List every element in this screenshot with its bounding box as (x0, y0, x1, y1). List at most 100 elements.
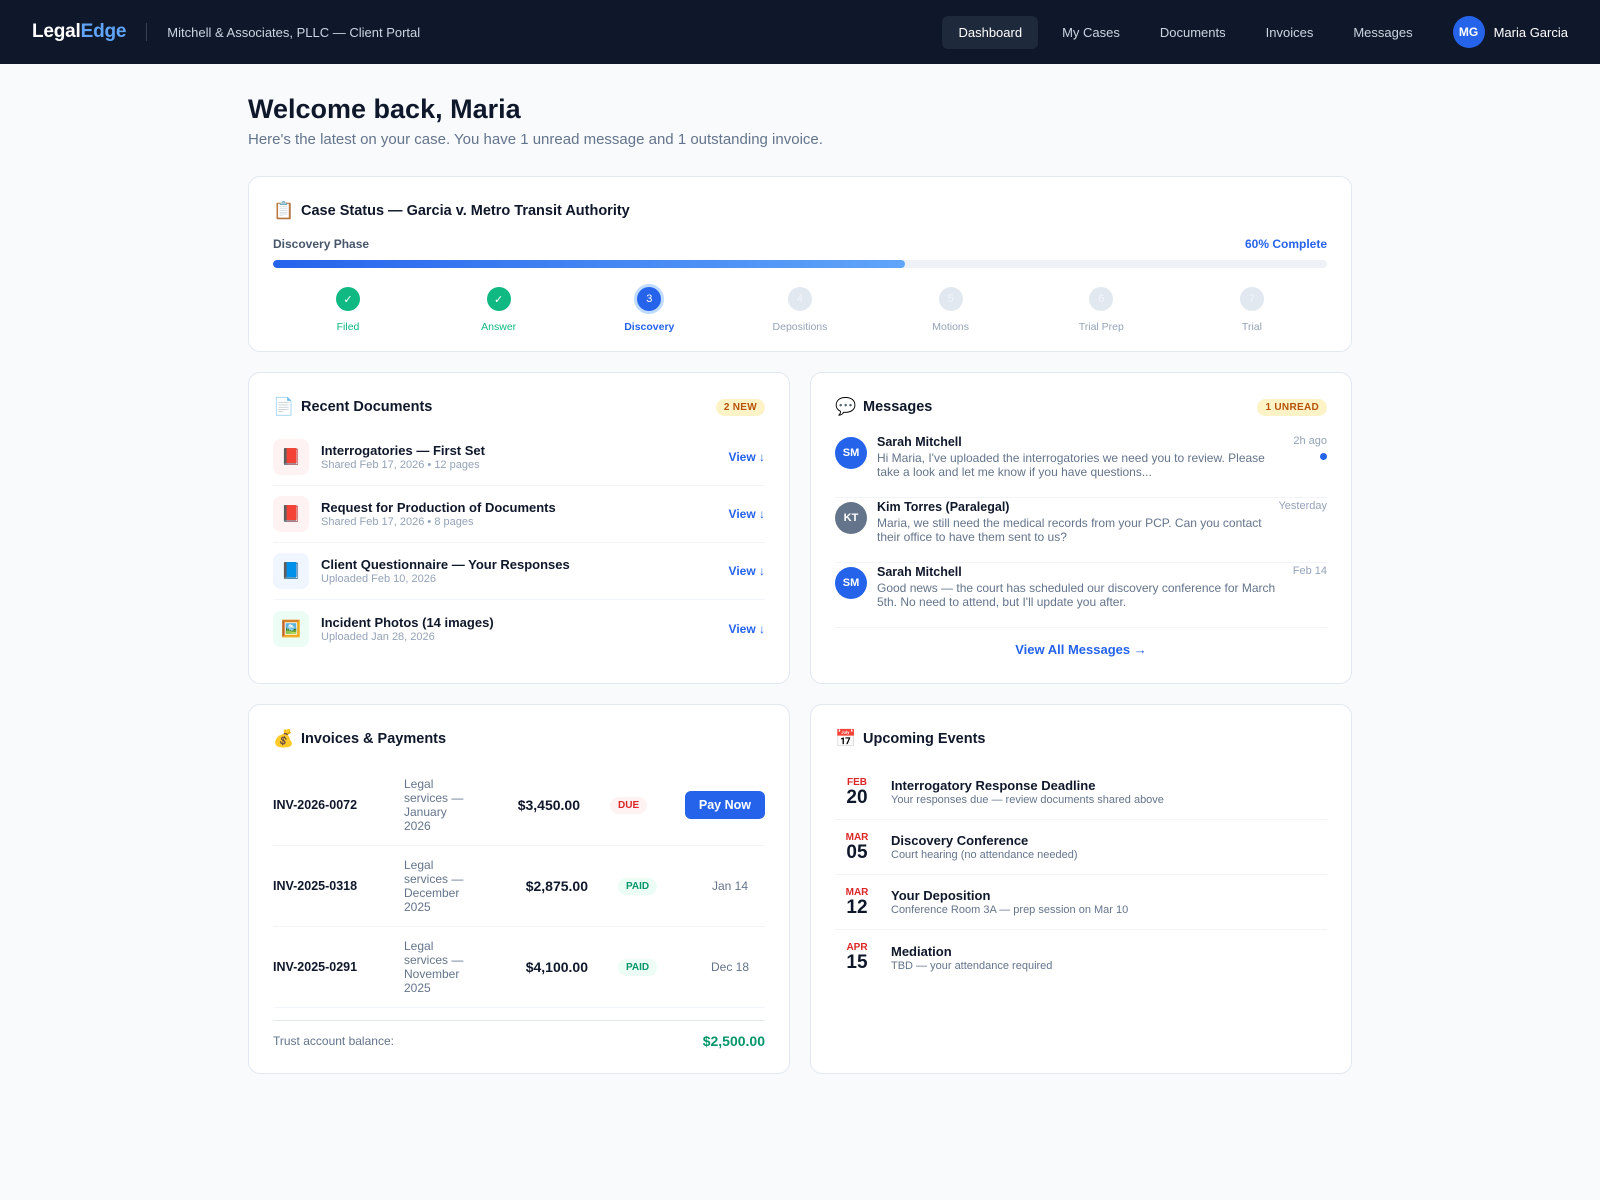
event-row[interactable]: FEB 20 Interrogatory Response Deadline Y… (835, 765, 1327, 820)
step-marker: ✓ (486, 287, 511, 311)
view-document-button[interactable]: View ↓ (729, 507, 765, 521)
messages-card: 💬 Messages 1 UNREAD SM Sarah Mitchell Hi… (810, 372, 1352, 684)
message-row[interactable]: SM Sarah Mitchell Hi Maria, I've uploade… (835, 433, 1327, 498)
step-depositions: 4 Depositions (725, 287, 875, 333)
main-nav: Dashboard My Cases Documents Invoices Me… (942, 15, 1428, 49)
event-day: 15 (846, 952, 868, 973)
status-badge: PAID (618, 877, 658, 895)
clipboard-icon: 📋 (273, 201, 295, 220)
step-label: Discovery (624, 321, 675, 333)
step-trial: 7 Trial (1177, 287, 1327, 333)
case-steps: ✓ Filed ✓ Answer 3 Discovery 4 Depositio… (273, 287, 1327, 333)
invoice-amount: $4,100.00 (525, 959, 588, 975)
event-row[interactable]: MAR 05 Discovery Conference Court hearin… (835, 820, 1327, 875)
message-sender: Kim Torres (Paralegal) (877, 500, 1010, 514)
top-navbar: LegalEdge Mitchell & Associates, PLLC — … (0, 0, 1600, 64)
message-time: 2h ago (1293, 435, 1327, 447)
view-document-button[interactable]: View ↓ (729, 622, 765, 636)
recent-documents-card: 📄 Recent Documents 2 NEW 📕 Interrogatori… (248, 372, 790, 684)
nav-invoices[interactable]: Invoices (1250, 16, 1330, 49)
money-bag-icon: 💰 (273, 729, 295, 748)
brand-divider (146, 23, 148, 41)
nav-documents[interactable]: Documents (1144, 16, 1242, 49)
event-row[interactable]: APR 15 Mediation TBD — your attendance r… (835, 930, 1327, 985)
step-label: Trial (1241, 321, 1262, 333)
document-row[interactable]: 📕 Interrogatories — First Set Shared Feb… (273, 429, 765, 486)
avatar: SM (835, 437, 867, 469)
step-label: Depositions (772, 321, 828, 333)
status-badge: PAID (618, 958, 658, 976)
document-name[interactable]: Incident Photos (14 images) (321, 615, 494, 630)
firm-name: Mitchell & Associates, PLLC — Client Por… (167, 24, 421, 40)
view-document-button[interactable]: View ↓ (729, 564, 765, 578)
step-label: Answer (481, 321, 517, 333)
nav-dashboard[interactable]: Dashboard (942, 15, 1039, 49)
document-name[interactable]: Interrogatories — First Set (321, 443, 485, 458)
step-label: Motions (932, 321, 969, 333)
document-meta: Uploaded Feb 10, 2026 (321, 573, 436, 585)
invoice-description: Legal services — December 2025 (404, 858, 464, 914)
document-row[interactable]: 🖼️ Incident Photos (14 images) Uploaded … (273, 600, 765, 657)
document-name[interactable]: Request for Production of Documents (321, 500, 556, 515)
event-title: Mediation (891, 943, 952, 959)
view-all-messages-link[interactable]: View All Messages → (835, 642, 1327, 657)
invoice-number[interactable]: INV-2025-0318 (273, 879, 404, 893)
event-month: FEB (847, 776, 867, 788)
document-row[interactable]: 📕 Request for Production of Documents Sh… (273, 486, 765, 543)
event-row[interactable]: MAR 12 Your Deposition Conference Room 3… (835, 875, 1327, 930)
document-name[interactable]: Client Questionnaire — Your Responses (321, 557, 570, 572)
invoice-number[interactable]: INV-2026-0072 (273, 798, 404, 812)
document-row[interactable]: 📘 Client Questionnaire — Your Responses … (273, 543, 765, 600)
invoice-amount: $2,875.00 (525, 878, 588, 894)
invoice-row: INV-2025-0291 Legal services — November … (273, 927, 765, 1008)
message-sender: Sarah Mitchell (877, 435, 962, 449)
pdf-icon: 📕 (273, 496, 309, 532)
user-avatar[interactable]: MG (1452, 16, 1485, 48)
message-row[interactable]: KT Kim Torres (Paralegal) Maria, we stil… (835, 498, 1327, 563)
user-name[interactable]: Maria Garcia (1494, 25, 1568, 40)
message-row[interactable]: SM Sarah Mitchell Good news — the court … (835, 563, 1327, 628)
invoice-row: INV-2025-0318 Legal services — December … (273, 846, 765, 927)
message-preview: Good news — the court has scheduled our … (877, 581, 1276, 609)
case-status-card: 📋 Case Status — Garcia v. Metro Transit … (248, 176, 1352, 352)
message-preview: Hi Maria, I've uploaded the interrogator… (877, 451, 1265, 479)
step-trial-prep: 6 Trial Prep (1026, 287, 1176, 333)
page-title: Welcome back, Maria (248, 94, 521, 124)
step-label: Trial Prep (1078, 321, 1124, 333)
user-menu[interactable]: MG Maria Garcia (1452, 16, 1568, 48)
event-title: Discovery Conference (891, 833, 1029, 848)
invoice-number[interactable]: INV-2025-0291 (273, 960, 404, 974)
step-discovery: 3 Discovery (574, 287, 724, 333)
unread-indicator (1320, 453, 1327, 460)
view-document-button[interactable]: View ↓ (729, 450, 765, 464)
case-progress-bar (273, 260, 1327, 268)
event-subtitle: TBD — your attendance required (891, 959, 1053, 972)
nav-messages[interactable]: Messages (1337, 16, 1428, 49)
step-marker: 3 (637, 287, 662, 311)
step-filed: ✓ Filed (273, 287, 423, 333)
new-documents-badge: 2 NEW (715, 398, 765, 416)
upcoming-events-card: 📅 Upcoming Events FEB 20 Interrogatory R… (810, 704, 1352, 1074)
event-date: APR 15 (835, 942, 879, 973)
event-date: MAR 05 (835, 832, 879, 863)
documents-title: Recent Documents (301, 399, 433, 415)
pay-now-button[interactable]: Pay Now (684, 791, 765, 819)
step-label: Filed (336, 321, 360, 333)
invoice-row: INV-2026-0072 Legal services — January 2… (273, 765, 765, 846)
case-phase-label: Discovery Phase (273, 237, 370, 251)
nav-my-cases[interactable]: My Cases (1046, 16, 1136, 49)
event-subtitle: Court hearing (no attendance needed) (891, 849, 1078, 861)
case-status-title: Case Status — Garcia v. Metro Transit Au… (301, 203, 630, 219)
event-title: Interrogatory Response Deadline (891, 778, 1096, 793)
status-badge: DUE (610, 796, 648, 814)
trust-balance-label: Trust account balance: (273, 1034, 394, 1048)
avatar: KT (835, 502, 867, 534)
pdf-icon: 📕 (273, 439, 309, 475)
trust-balance-value: $2,500.00 (702, 1033, 765, 1049)
app-logo[interactable]: LegalEdge (32, 21, 126, 43)
event-day: 20 (846, 786, 868, 808)
step-answer: ✓ Answer (424, 287, 574, 333)
calendar-icon: 📅 (835, 729, 857, 748)
event-month: MAR (845, 831, 869, 843)
step-marker: ✓ (336, 287, 360, 311)
